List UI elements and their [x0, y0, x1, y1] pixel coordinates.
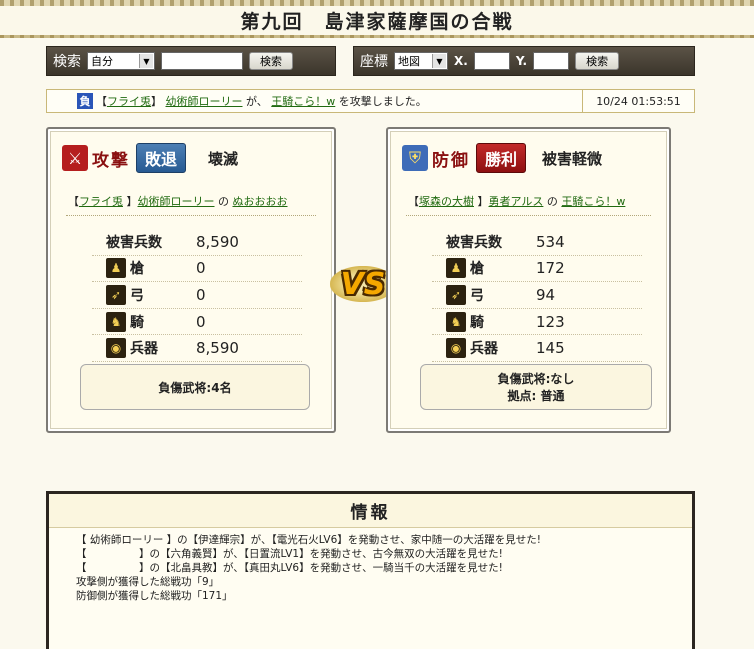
y-coordinate-input[interactable]: [533, 52, 570, 70]
search-label: 検索: [53, 54, 81, 70]
x-coordinate-input[interactable]: [473, 52, 510, 70]
helmet-icon: ⛨: [402, 145, 428, 171]
bow-icon: ➶: [106, 284, 126, 305]
stat-row-bow: ➶ 弓 94: [432, 282, 642, 309]
attack-alliance-link[interactable]: フライ兎: [79, 195, 123, 208]
attack-damage-status: 壊滅: [208, 149, 239, 168]
attack-result-badge: 敗退: [136, 143, 187, 173]
chevron-down-icon: ▼: [432, 54, 446, 68]
player-search-bar: 検索 自分 ▼ 検索: [46, 46, 336, 76]
attack-panel: ⚔ 攻撃 敗退 壊滅 【フライ兎 】幼術師ローリー の ぬおおおお 被害兵数 8…: [46, 127, 336, 433]
search-input[interactable]: [161, 52, 243, 70]
divider: [66, 215, 316, 216]
defense-result-badge: 勝利: [476, 143, 527, 173]
stat-row-troops: 被害兵数 534: [432, 229, 642, 256]
divider: [406, 215, 651, 216]
defense-label: 防御: [432, 150, 470, 171]
stat-row-bow: ➶ 弓 0: [92, 282, 302, 309]
defeat-badge: 負: [77, 93, 93, 109]
stat-row-horse: ♞ 騎 0: [92, 309, 302, 336]
defense-header: ⛨ 防御 勝利 被害軽微: [402, 142, 655, 174]
info-line: 防御側が獲得した総戦功「171」: [76, 590, 233, 602]
info-line: 【 】の【六角義賢】が、【日置流LV1】を発動させ、古今無双の大活躍を見せた!: [76, 548, 503, 560]
info-line: 【 幼術師ローリー 】の【伊達輝宗】が、【電光石火LV6】を発動させ、家中随一の…: [76, 534, 541, 546]
horse-icon: ♞: [446, 311, 466, 332]
defense-alliance-link[interactable]: 塚森の大樹: [419, 195, 474, 208]
battle-log-entry: 負 【フライ兎】 幼術師ローリー が、 王騎こら！w を攻撃しました。 10/2…: [46, 89, 695, 113]
attack-header: ⚔ 攻撃 敗退 壊滅: [62, 142, 320, 174]
spearman-icon: ♟: [106, 258, 126, 279]
horse-icon: ♞: [106, 311, 126, 332]
x-label: X.: [454, 54, 468, 68]
coordinate-search-button[interactable]: 検索: [575, 52, 620, 70]
info-title: 情報: [350, 503, 391, 523]
attack-casualty-box: 負傷武将:4名: [80, 364, 310, 410]
target-village-link[interactable]: 王騎こら！w: [271, 95, 335, 108]
bow-icon: ➶: [446, 284, 466, 305]
defense-party: 【塚森の大樹 】勇者アルス の 王騎こら！w: [408, 195, 626, 208]
defense-damage-status: 被害軽微: [542, 149, 603, 168]
title-bar: 第九回 島津家薩摩国の合戦: [0, 0, 754, 38]
info-body: 【 幼術師ローリー 】の【伊達輝宗】が、【電光石火LV6】を発動させ、家中随一の…: [49, 528, 692, 603]
stat-row-spear: ♟ 槍 172: [432, 256, 642, 283]
attacker-player-link[interactable]: 幼術師ローリー: [166, 95, 243, 108]
spearman-icon: ♟: [446, 258, 466, 279]
stat-row-weapon: ◉ 兵器 145: [432, 335, 642, 362]
coordinate-label: 座標: [360, 54, 388, 70]
attack-stats: 被害兵数 8,590 ♟ 槍 0 ➶ 弓 0 ♞ 騎 0 ◉ 兵器 8,590: [92, 229, 302, 362]
stat-row-spear: ♟ 槍 0: [92, 256, 302, 283]
log-message: 【フライ兎】 幼術師ローリー が、 王騎こら！w を攻撃しました。: [96, 95, 427, 108]
crossed-swords-icon: ⚔: [62, 145, 88, 171]
info-line: 【 】の【北畠具教】が、【真田丸LV6】を発動させ、一騎当千の大活躍を見せた!: [76, 562, 503, 574]
log-timestamp: 10/24 01:53:51: [582, 90, 694, 112]
siege-weapon-icon: ◉: [106, 338, 126, 359]
attack-village-link[interactable]: ぬおおおお: [233, 195, 288, 208]
siege-weapon-icon: ◉: [446, 338, 466, 359]
defense-panel: ⛨ 防御 勝利 被害軽微 【塚森の大樹 】勇者アルス の 王騎こら！w 被害兵数…: [386, 127, 671, 433]
defense-village-link[interactable]: 王騎こら！w: [561, 195, 625, 208]
attack-label: 攻撃: [92, 150, 130, 171]
attack-player-link[interactable]: 幼術師ローリー: [138, 195, 215, 208]
chevron-down-icon: ▼: [139, 54, 153, 68]
stat-row-horse: ♞ 騎 123: [432, 309, 642, 336]
page-title: 第九回 島津家薩摩国の合戦: [240, 11, 514, 33]
defense-stats: 被害兵数 534 ♟ 槍 172 ➶ 弓 94 ♞ 騎 123 ◉ 兵器 145: [432, 229, 642, 362]
y-label: Y.: [515, 54, 528, 68]
attack-party: 【フライ兎 】幼術師ローリー の ぬおおおお: [68, 195, 288, 208]
info-header: 情報: [49, 494, 692, 528]
stat-row-weapon: ◉ 兵器 8,590: [92, 335, 302, 362]
info-panel: 情報 【 幼術師ローリー 】の【伊達輝宗】が、【電光石火LV6】を発動させ、家中…: [46, 491, 695, 649]
coordinate-search-bar: 座標 地図 ▼ X. Y. 検索: [353, 46, 695, 76]
map-select[interactable]: 地図 ▼: [394, 52, 448, 70]
stat-row-troops: 被害兵数 8,590: [92, 229, 302, 256]
defense-casualty-box: 負傷武将:なし 拠点: 普通: [420, 364, 652, 410]
vs-label: VS: [340, 266, 386, 302]
attacker-alliance-link[interactable]: フライ兎: [107, 95, 151, 108]
search-scope-select[interactable]: 自分 ▼: [87, 52, 155, 70]
info-line: 攻撃側が獲得した総戦功「9」: [76, 576, 220, 588]
defense-player-link[interactable]: 勇者アルス: [489, 195, 544, 208]
search-button[interactable]: 検索: [249, 52, 293, 70]
